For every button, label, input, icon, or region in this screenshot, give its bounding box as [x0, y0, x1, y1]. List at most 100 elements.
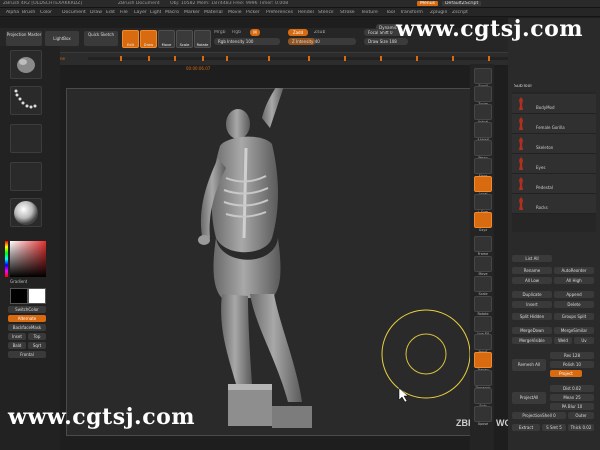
all-high-button[interactable]: All High: [554, 277, 594, 284]
brush-thumbnail[interactable]: [10, 50, 42, 79]
timeline-keyframe[interactable]: [488, 56, 490, 61]
polyf-button[interactable]: PolyF: [474, 334, 492, 354]
duplicate-button[interactable]: Duplicate: [512, 291, 552, 298]
mean-slider[interactable]: Mean 25: [550, 394, 594, 401]
menu-macro[interactable]: Macro: [165, 10, 179, 16]
menu-color[interactable]: Color: [40, 10, 52, 16]
subtool-item[interactable]: Skeleton: [512, 134, 596, 154]
lsym-button[interactable]: L.Sym: [474, 194, 492, 214]
projection-shell-slider[interactable]: ProjectionShell 0: [512, 412, 566, 419]
delete-button[interactable]: Delete: [554, 301, 594, 308]
menu-marker[interactable]: Marker: [184, 10, 200, 16]
timeline-keyframe[interactable]: [120, 56, 122, 61]
alpha-thumbnail[interactable]: [10, 124, 42, 153]
project-button[interactable]: Project: [550, 370, 582, 377]
merge-down-button[interactable]: MergeDown: [512, 327, 552, 334]
split-hidden-button[interactable]: Split Hidden: [512, 313, 552, 320]
extract-button[interactable]: Extract: [512, 424, 540, 431]
timeline-keyframe[interactable]: [380, 56, 382, 61]
move-button[interactable]: Move: [474, 256, 492, 276]
all-low-button[interactable]: All Low: [512, 277, 552, 284]
scroll-button[interactable]: Scroll: [474, 68, 492, 88]
subtool-item[interactable]: Eyes: [512, 154, 596, 174]
projection-master-button[interactable]: Projection Master: [6, 31, 42, 46]
menu-light[interactable]: Light: [150, 10, 161, 16]
solo-button[interactable]: Solo: [474, 388, 492, 408]
menu-picker[interactable]: Picker: [246, 10, 260, 16]
frame-button[interactable]: Frame: [474, 236, 492, 256]
merge-similar-button[interactable]: MergeSimilar: [554, 327, 594, 334]
insert-button[interactable]: Insert: [512, 301, 552, 308]
switch-color-button[interactable]: SwitchColor: [8, 306, 46, 313]
timeline-keyframe[interactable]: [226, 56, 228, 61]
inset-button[interactable]: Inset: [8, 333, 26, 340]
top-button[interactable]: Top: [28, 333, 46, 340]
subtool-item[interactable]: BodyMod: [512, 94, 596, 114]
draw-mode-button[interactable]: Draw: [140, 30, 157, 48]
thick-slider[interactable]: Thick 0.02: [568, 424, 594, 431]
s-smt-slider[interactable]: S Smt 5: [542, 424, 566, 431]
texture-thumbnail[interactable]: [10, 162, 42, 191]
timeline-keyframe[interactable]: [202, 56, 204, 61]
local-button[interactable]: Local: [474, 176, 492, 196]
default-zscript-button[interactable]: DefaultZScript: [442, 1, 482, 6]
menu-movie[interactable]: Movie: [228, 10, 242, 16]
rgb-toggle[interactable]: Rgb: [232, 30, 241, 36]
primary-color-swatch[interactable]: [10, 288, 28, 304]
append-button[interactable]: Append: [554, 291, 594, 298]
transp-button[interactable]: Transp: [474, 352, 492, 372]
zoom-button[interactable]: Zoom: [474, 86, 492, 106]
line-fill-button[interactable]: Line Fill: [474, 316, 492, 336]
menu-render[interactable]: Render: [298, 10, 314, 16]
persp-button[interactable]: Persp: [474, 140, 492, 160]
mrgb-toggle[interactable]: Mrgb: [214, 30, 226, 36]
backface-mask-button[interactable]: BackfaceMask: [8, 324, 46, 331]
outer-button[interactable]: Outer: [568, 412, 594, 419]
timeline-track[interactable]: [88, 57, 508, 60]
timeline-keyframe[interactable]: [308, 56, 310, 61]
list-all-button[interactable]: List All: [512, 255, 552, 262]
uv-button[interactable]: Uv: [574, 337, 594, 344]
timeline[interactable]: Timeline: [44, 52, 512, 65]
edit-mode-button[interactable]: Edit: [122, 30, 139, 48]
menu-stroke[interactable]: Stroke: [340, 10, 355, 16]
actual-button[interactable]: Actual: [474, 104, 492, 124]
timeline-keyframe[interactable]: [416, 56, 418, 61]
color-picker[interactable]: [10, 241, 46, 277]
sculpt-model[interactable]: [66, 88, 490, 434]
auto-reorder-button[interactable]: AutoReorder: [554, 267, 594, 274]
scale-mode-button[interactable]: Scale: [176, 30, 193, 48]
dist-slider[interactable]: Dist 0.02: [550, 385, 594, 392]
alternate-button[interactable]: Alternate: [8, 315, 46, 322]
remesh-all-button[interactable]: Remesh All: [512, 359, 546, 371]
scale-button[interactable]: Scale: [474, 276, 492, 296]
weld-button[interactable]: Weld: [554, 337, 572, 344]
timeline-keyframe[interactable]: [268, 56, 270, 61]
menu-preferences[interactable]: Preferences: [266, 10, 293, 16]
menu-stencil[interactable]: Stencil: [318, 10, 334, 16]
material-thumbnail[interactable]: [10, 198, 42, 227]
bald-button[interactable]: Bald: [8, 342, 26, 349]
groups-split-button[interactable]: Groups Split: [554, 313, 594, 320]
z-intensity-slider[interactable]: Z Intensity 40: [288, 38, 356, 45]
dynamic-button[interactable]: Dynamic: [474, 370, 492, 390]
move-mode-button[interactable]: Move: [158, 30, 175, 48]
stroke-thumbnail[interactable]: [10, 86, 42, 115]
zsub-toggle[interactable]: Zsub: [314, 30, 325, 36]
menu-draw[interactable]: Draw: [90, 10, 102, 16]
xpose-button[interactable]: Xpose: [474, 406, 492, 426]
sqrt-button[interactable]: Sqrt: [28, 342, 46, 349]
hue-strip[interactable]: [5, 241, 8, 277]
polish-slider[interactable]: Polish 10: [550, 361, 594, 368]
subtool-item[interactable]: Female Gorilla: [512, 114, 596, 134]
floor-button[interactable]: Floor: [474, 158, 492, 178]
subtool-header[interactable]: SubTool: [514, 84, 532, 90]
zadd-toggle[interactable]: Zadd: [288, 29, 308, 36]
quick-sketch-button[interactable]: Quick Sketch: [84, 31, 118, 46]
frontal-button[interactable]: Frontal: [8, 351, 46, 358]
menus-button[interactable]: Menus: [417, 1, 439, 6]
menu-material[interactable]: Material: [204, 10, 223, 16]
menu-document[interactable]: Document: [62, 10, 86, 16]
timeline-keyframe[interactable]: [174, 56, 176, 61]
menu-file[interactable]: File: [120, 10, 128, 16]
